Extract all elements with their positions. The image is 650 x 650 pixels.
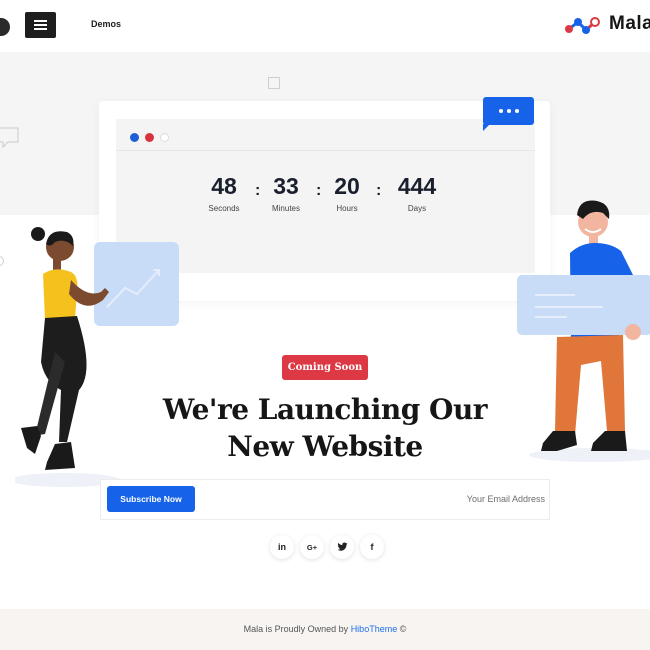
- browser-window-divider: [116, 150, 535, 151]
- menu-button[interactable]: [25, 12, 56, 38]
- hamburger-line: [34, 28, 47, 30]
- window-dot-red: [145, 133, 154, 142]
- countdown-hours: 20 Hours: [322, 171, 372, 213]
- decorative-chat-bubble-icon: [0, 127, 19, 149]
- countdown-separator: :: [376, 182, 382, 199]
- countdown-separator: :: [316, 182, 322, 199]
- headline-line-2: New Website: [227, 430, 423, 463]
- logo-text[interactable]: Mala: [609, 13, 650, 35]
- linkedin-icon[interactable]: in: [270, 535, 294, 559]
- email-input[interactable]: [220, 489, 545, 509]
- decorative-ring-icon: [0, 256, 4, 266]
- page-headline: We're Launching Our New Website: [140, 391, 510, 465]
- countdown-value: 33: [273, 173, 299, 199]
- countdown-seconds: 48 Seconds: [199, 171, 249, 213]
- logo-icon[interactable]: [564, 16, 600, 36]
- footer-copyright: ©: [397, 624, 407, 634]
- site-footer: Mala is Proudly Owned by HiboTheme ©: [0, 609, 650, 650]
- twitter-icon[interactable]: [330, 535, 354, 559]
- countdown-label: Minutes: [271, 204, 300, 213]
- countdown-label: Days: [407, 204, 427, 213]
- countdown-label: Hours: [336, 204, 358, 213]
- countdown-label: Seconds: [208, 204, 240, 213]
- headline-line-1: We're Launching Our: [162, 393, 488, 426]
- site-header: Demos Mala: [0, 0, 650, 52]
- countdown-separator: :: [255, 182, 261, 199]
- decorative-square-icon: [268, 77, 280, 89]
- footer-hibotheme-link[interactable]: HiboTheme: [351, 624, 398, 634]
- countdown-minutes: 33 Minutes: [261, 171, 311, 213]
- hamburger-line: [34, 20, 47, 22]
- window-dot-blue: [130, 133, 139, 142]
- chat-dots-icon: [483, 97, 534, 131]
- man-illustration: [517, 200, 650, 462]
- subscribe-button[interactable]: Subscribe Now: [107, 486, 195, 512]
- partial-avatar-icon: [0, 18, 10, 36]
- coming-soon-badge: Coming Soon: [282, 355, 368, 380]
- countdown-value: 48: [211, 173, 237, 199]
- hamburger-line: [34, 24, 47, 26]
- countdown-value: 444: [397, 173, 437, 199]
- countdown-value: 20: [334, 173, 360, 199]
- twitter-bird-icon: [336, 542, 348, 551]
- countdown-days: 444 Days: [387, 171, 447, 213]
- google-plus-icon[interactable]: G+: [300, 535, 324, 559]
- facebook-icon[interactable]: f: [360, 535, 384, 559]
- footer-text: Mala is Proudly Owned by: [243, 624, 351, 634]
- nav-demos-link[interactable]: Demos: [91, 19, 121, 29]
- window-dot-empty: [160, 133, 169, 142]
